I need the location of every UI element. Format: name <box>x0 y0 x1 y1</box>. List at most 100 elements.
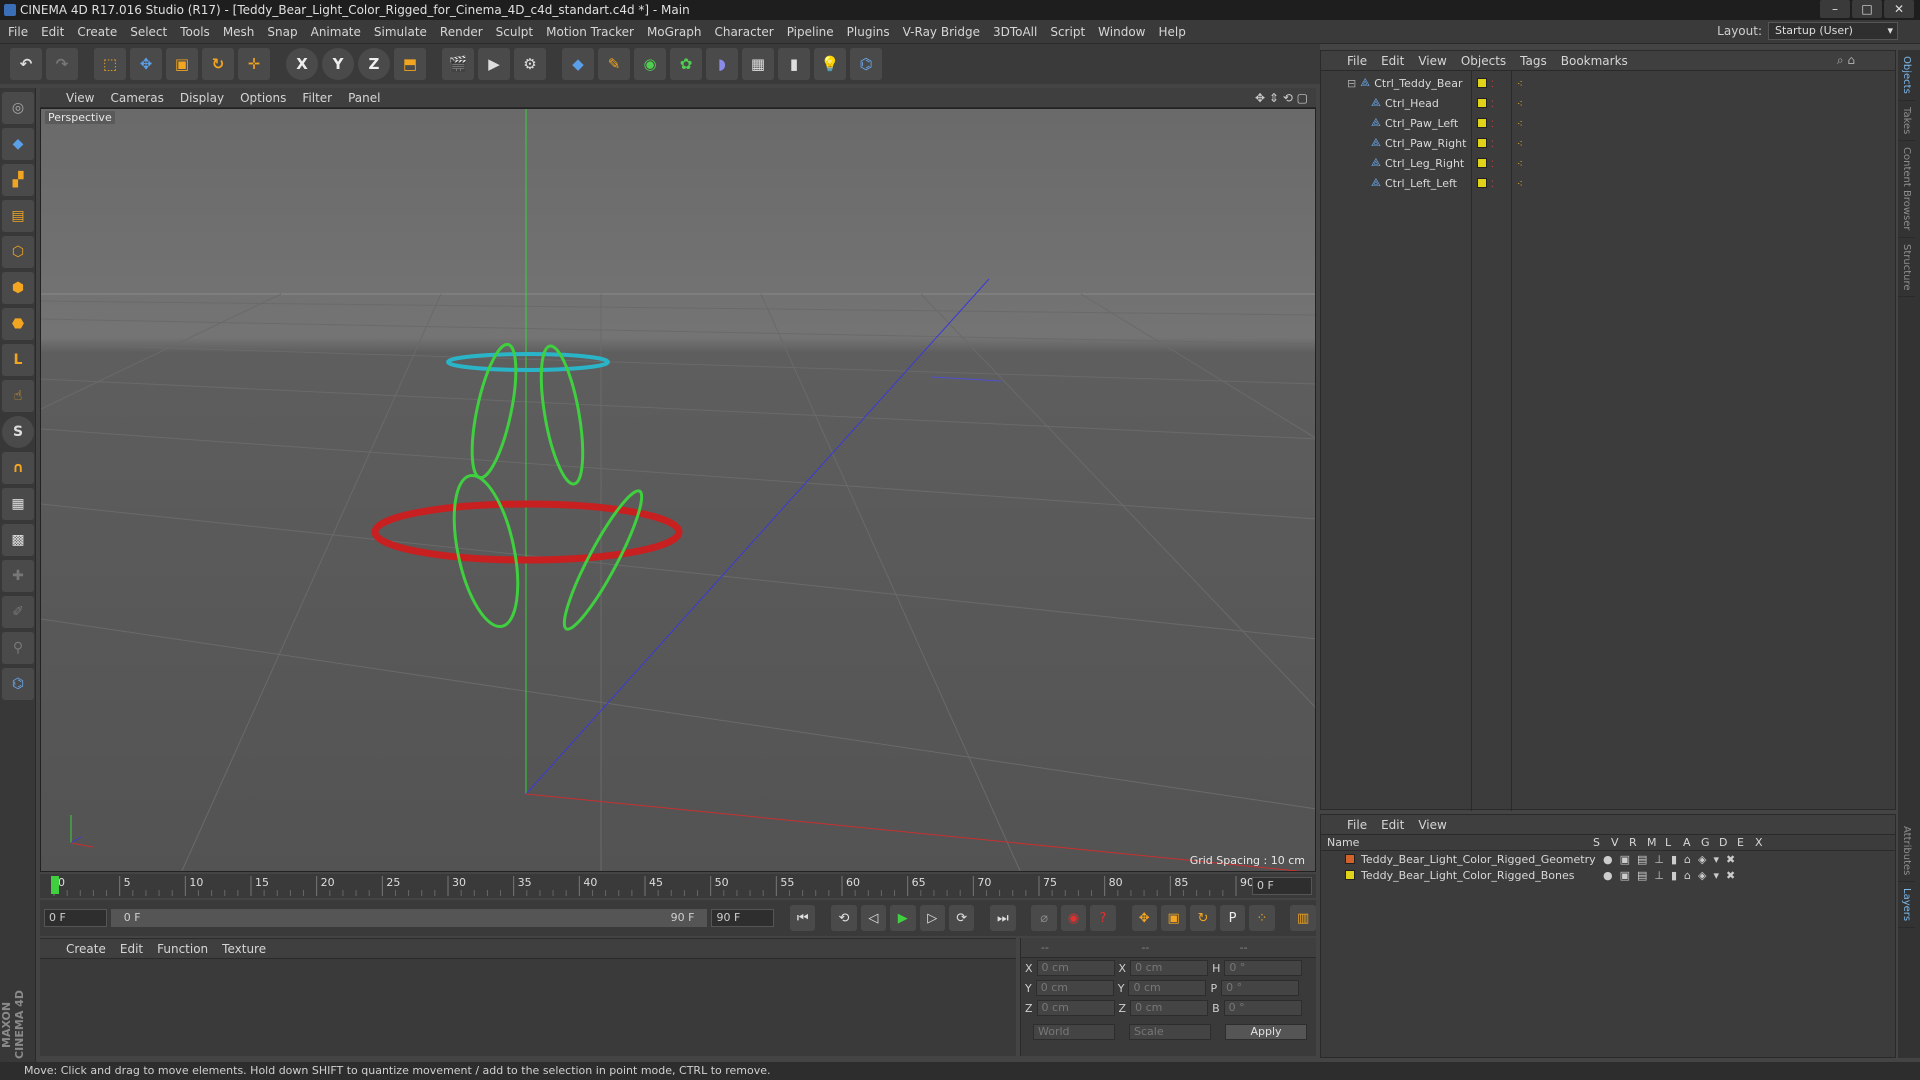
render-settings-icon[interactable]: ⚙ <box>514 48 546 80</box>
camera-icon[interactable]: ▮ <box>778 48 810 80</box>
close-button[interactable]: ✕ <box>1884 0 1914 18</box>
object-row-ctrl-paw-right[interactable]: ⟁ Ctrl_Paw_Right <box>1371 133 1466 153</box>
cube-icon[interactable]: ◆ <box>562 48 594 80</box>
rig-controllers[interactable] <box>371 341 683 635</box>
tab-content-browser[interactable]: Content Browser <box>1898 141 1915 238</box>
start-frame-field[interactable]: 0 F <box>44 909 107 927</box>
object-row-ctrl-head[interactable]: ⟁ Ctrl_Head <box>1371 93 1439 113</box>
position-z-field[interactable]: 0 cm <box>1036 1000 1115 1016</box>
minimize-button[interactable]: – <box>1820 0 1850 18</box>
menu-mograph[interactable]: MoGraph <box>647 25 702 39</box>
current-frame-field[interactable]: 0 F <box>1252 877 1312 895</box>
objects-menu-tags[interactable]: Tags <box>1520 54 1547 68</box>
rotation-h-field[interactable]: 0 ° <box>1224 960 1303 976</box>
menu-pipeline[interactable]: Pipeline <box>787 25 834 39</box>
deformer-icon[interactable]: ◗ <box>706 48 738 80</box>
key-rotation-icon[interactable]: ↻ <box>1190 905 1216 931</box>
menu-edit[interactable]: Edit <box>41 25 64 39</box>
move-icon[interactable]: ✥ <box>130 48 162 80</box>
layer-color-tag[interactable] <box>1477 78 1487 88</box>
object-row-ctrl-left-left[interactable]: ⟁ Ctrl_Left_Left <box>1371 173 1457 193</box>
menu-create[interactable]: Create <box>77 25 117 39</box>
viewport-menu-options[interactable]: Options <box>240 91 286 105</box>
play-icon[interactable]: ▶ <box>890 905 916 931</box>
menu-help[interactable]: Help <box>1158 25 1185 39</box>
points-mode-icon[interactable]: ⬡ <box>2 236 34 268</box>
objects-menu-objects[interactable]: Objects <box>1461 54 1506 68</box>
light-icon[interactable]: 💡 <box>814 48 846 80</box>
perspective-viewport[interactable]: Perspective Grid Spacing : 10 cm <box>40 108 1316 872</box>
goto-start-icon[interactable]: ⏮ <box>790 905 816 931</box>
key-position-icon[interactable]: ✥ <box>1131 905 1157 931</box>
x-axis-icon[interactable]: X <box>286 48 318 80</box>
material-menu-create[interactable]: Create <box>66 942 106 956</box>
snap-icon[interactable]: S <box>2 416 34 448</box>
tab-structure[interactable]: Structure <box>1898 238 1915 298</box>
y-axis-icon[interactable]: Y <box>322 48 354 80</box>
magnet-icon[interactable]: ∩ <box>2 452 34 484</box>
viewport-menu-panel[interactable]: Panel <box>348 91 380 105</box>
tab-layers[interactable]: Layers <box>1898 882 1915 929</box>
ctrl-head-ring[interactable] <box>446 352 610 372</box>
key-param-icon[interactable]: P <box>1219 905 1246 931</box>
layers-menu-file[interactable]: File <box>1347 818 1367 832</box>
material-menu-edit[interactable]: Edit <box>120 942 143 956</box>
timeline-ruler[interactable]: 0 5 10 15 20 25 30 35 40 45 50 55 60 65 70 75 80 85 90 0 F <box>40 874 1316 898</box>
objects-menu-bookmarks[interactable]: Bookmarks <box>1561 54 1628 68</box>
layers-menu-edit[interactable]: Edit <box>1381 818 1404 832</box>
layers-menu-view[interactable]: View <box>1418 818 1446 832</box>
menu-file[interactable]: File <box>8 25 28 39</box>
lock-workplane-icon[interactable]: ▦ <box>2 488 34 520</box>
object-row-ctrl-teddy-bear[interactable]: ⊟ ⟁ Ctrl_Teddy_Bear <box>1347 73 1462 93</box>
layer-color-tag[interactable] <box>1477 178 1487 188</box>
autokey-icon[interactable]: ? <box>1090 905 1116 931</box>
viewport-menu-view[interactable]: View <box>66 91 94 105</box>
size-x-field[interactable]: 0 cm <box>1130 960 1209 976</box>
collapse-icon[interactable]: ⊟ <box>1347 77 1356 90</box>
playhead[interactable] <box>51 876 59 894</box>
menu-mesh[interactable]: Mesh <box>223 25 255 39</box>
workplane-icon[interactable]: ▤ <box>2 200 34 232</box>
size-mode-select[interactable]: Scale <box>1129 1024 1211 1040</box>
scale-icon[interactable]: ▣ <box>166 48 198 80</box>
keyframe-selection-icon[interactable]: ⌀ <box>1031 905 1057 931</box>
menu-character[interactable]: Character <box>714 25 773 39</box>
viewport-menu-display[interactable]: Display <box>180 91 224 105</box>
paint-icon[interactable]: ✐ <box>2 596 34 628</box>
prev-frame-icon[interactable]: ◁ <box>860 905 887 931</box>
layer-color-tag[interactable] <box>1477 138 1487 148</box>
size-z-field[interactable]: 0 cm <box>1130 1000 1209 1016</box>
texture-mode-icon[interactable]: ▞ <box>2 164 34 196</box>
make-editable-icon[interactable]: ◎ <box>2 92 34 124</box>
undo-icon[interactable]: ↶ <box>10 48 42 80</box>
maximize-button[interactable]: □ <box>1852 0 1882 18</box>
viewport-menu-cameras[interactable]: Cameras <box>110 91 163 105</box>
object-row-ctrl-paw-left[interactable]: ⟁ Ctrl_Paw_Left <box>1371 113 1458 133</box>
next-frame-icon[interactable]: ▷ <box>919 905 945 931</box>
menu-render[interactable]: Render <box>440 25 483 39</box>
ctrl-paw-left-ring[interactable] <box>463 341 525 481</box>
render-view-icon[interactable]: 🎬 <box>442 48 474 80</box>
layer-flag-icons[interactable]: ●▣▤⊥▮⌂◈▾✖ <box>1603 853 1742 866</box>
menu-window[interactable]: Window <box>1098 25 1145 39</box>
key-pla-icon[interactable]: ⁘ <box>1249 905 1275 931</box>
coordinate-system-icon[interactable]: ⬒ <box>394 48 426 80</box>
recent-tool-icon[interactable]: ✛ <box>238 48 270 80</box>
rotation-b-field[interactable]: 0 ° <box>1223 1000 1302 1016</box>
layer-color-tag[interactable] <box>1477 158 1487 168</box>
subdivision-icon[interactable]: ◉ <box>634 48 666 80</box>
visibility-dots-icon[interactable]: ⁚ ⁚ ⁚ ⁚ ⁚ ⁚ <box>1491 75 1494 195</box>
layer-color-swatch[interactable] <box>1345 854 1355 864</box>
axis-mode-icon[interactable]: L <box>2 344 34 376</box>
menu-tools[interactable]: Tools <box>180 25 210 39</box>
menu-motion-tracker[interactable]: Motion Tracker <box>546 25 634 39</box>
link-icon[interactable]: ⚲ <box>2 632 34 664</box>
ctrl-teddy-bear-ring[interactable] <box>371 500 683 564</box>
menu-simulate[interactable]: Simulate <box>374 25 427 39</box>
python-icon[interactable]: ⌬ <box>850 48 882 80</box>
objects-menu-view[interactable]: View <box>1418 54 1446 68</box>
menu-script[interactable]: Script <box>1050 25 1085 39</box>
layer-flag-icons[interactable]: ●▣▤⊥▮⌂◈▾✖ <box>1603 869 1742 882</box>
goto-end-icon[interactable]: ⏭ <box>990 905 1016 931</box>
size-y-field[interactable]: 0 cm <box>1128 980 1207 996</box>
